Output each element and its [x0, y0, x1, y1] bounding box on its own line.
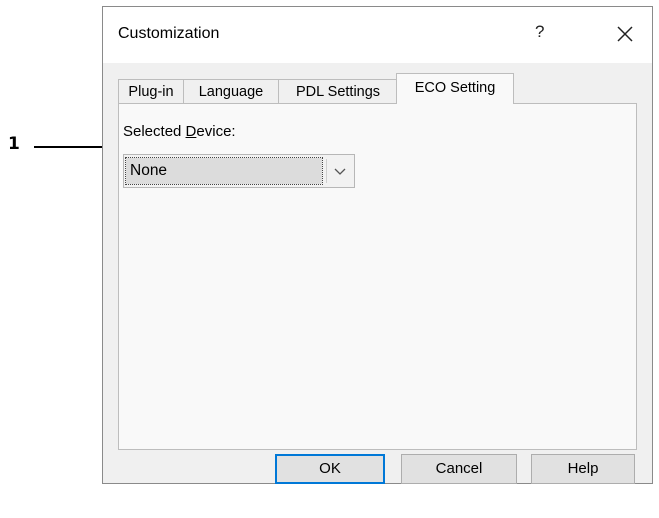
- tab-language[interactable]: Language: [183, 79, 279, 103]
- help-button[interactable]: Help: [531, 454, 635, 484]
- callout-number: 1: [8, 134, 20, 154]
- selected-device-dropdown[interactable]: None: [123, 154, 355, 188]
- tab-eco-setting[interactable]: ECO Setting: [396, 73, 514, 104]
- ok-button[interactable]: OK: [275, 454, 385, 484]
- selected-device-label: Selected Device:: [123, 123, 236, 140]
- dropdown-divider: [326, 159, 327, 183]
- dialog-title: Customization: [118, 25, 220, 42]
- customization-dialog: Customization ? Plug-in Language PDL Set…: [102, 6, 653, 484]
- selected-device-value: None: [125, 157, 323, 185]
- title-bar: Customization ?: [103, 7, 652, 63]
- tab-plug-in[interactable]: Plug-in: [118, 79, 184, 103]
- help-question-button[interactable]: ?: [535, 22, 544, 42]
- cancel-button[interactable]: Cancel: [401, 454, 517, 484]
- close-button[interactable]: [611, 20, 639, 48]
- tab-pdl-settings[interactable]: PDL Settings: [278, 79, 398, 103]
- close-icon: [617, 26, 633, 42]
- chevron-down-icon: [334, 168, 346, 175]
- eco-setting-panel: Selected Device: None: [118, 103, 637, 450]
